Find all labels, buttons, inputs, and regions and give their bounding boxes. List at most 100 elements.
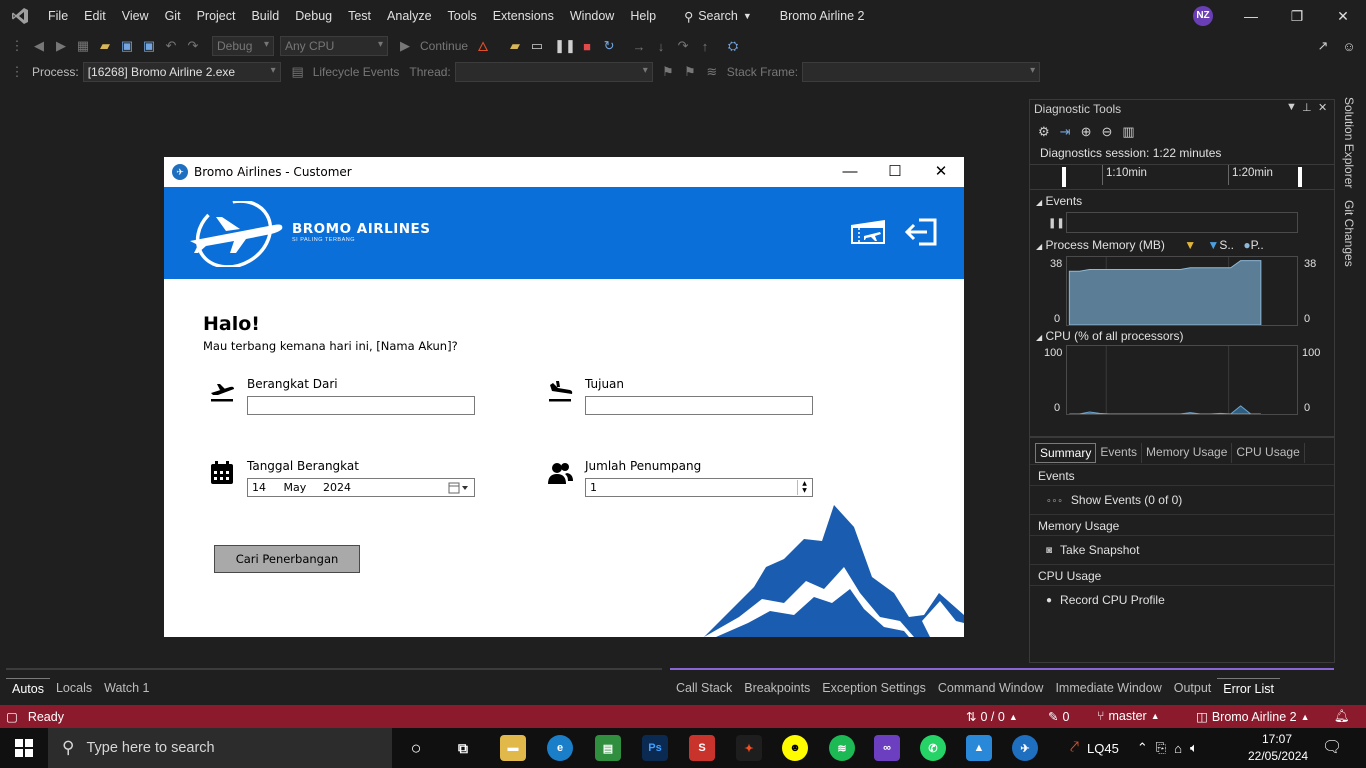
close-icon[interactable]: ✕: [1318, 101, 1327, 114]
step-over-icon[interactable]: ↷: [672, 35, 694, 57]
solution-explorer-tab[interactable]: Solution Explorer: [1342, 97, 1356, 188]
solution-platform-select[interactable]: Any CPU: [280, 36, 388, 56]
show-next-statement-icon[interactable]: →: [628, 35, 650, 57]
tab-summary[interactable]: Summary: [1035, 443, 1097, 463]
menu-project[interactable]: Project: [189, 0, 244, 32]
restore-button[interactable]: ❐: [1274, 0, 1320, 32]
search-flight-button[interactable]: Cari Penerbangan: [214, 545, 360, 573]
live-share-icon[interactable]: ↗: [1312, 35, 1334, 57]
menu-edit[interactable]: Edit: [76, 0, 114, 32]
visual-studio-icon[interactable]: ∞: [874, 735, 900, 761]
diag-timeline-ruler[interactable]: 1:10min 1:20min: [1030, 164, 1334, 190]
chevron-down-icon[interactable]: ▼: [1286, 101, 1297, 113]
form-maximize-button[interactable]: ☐: [872, 157, 918, 187]
record-cpu-profile-button[interactable]: ● Record CPU Profile: [1046, 593, 1165, 607]
snapchat-icon[interactable]: ☻: [782, 735, 808, 761]
global-search-button[interactable]: ⚲ Search ▼: [676, 9, 760, 24]
departure-input[interactable]: [247, 396, 475, 415]
menu-tools[interactable]: Tools: [440, 0, 485, 32]
departure-date-picker[interactable]: 14 May 2024: [247, 478, 475, 497]
bromo-airlines-app-icon[interactable]: ✈: [1012, 735, 1038, 761]
pin-icon[interactable]: ⊥: [1302, 101, 1312, 114]
visual-studio-logo-icon[interactable]: [0, 0, 40, 32]
pause-icon[interactable]: ❚❚: [554, 35, 576, 57]
redo-icon[interactable]: ↷: [182, 35, 204, 57]
gear-icon[interactable]: ⚙: [1038, 124, 1050, 140]
solution-config-select[interactable]: Debug: [212, 36, 274, 56]
edge-icon[interactable]: e: [547, 735, 573, 761]
layout-icon[interactable]: ▭: [526, 35, 548, 57]
file-explorer-icon[interactable]: ▬: [500, 735, 526, 761]
figma-icon[interactable]: ✦: [736, 735, 762, 761]
task-view-icon[interactable]: ⧉: [450, 735, 476, 761]
tab-events[interactable]: Events: [1096, 443, 1143, 463]
tab-output[interactable]: Output: [1168, 678, 1218, 698]
passengers-stepper[interactable]: 1 ▲ ▼: [585, 478, 813, 497]
range-end-handle[interactable]: [1298, 167, 1302, 187]
step-out-icon[interactable]: ↑: [694, 35, 716, 57]
menu-git[interactable]: Git: [157, 0, 189, 32]
range-start-handle[interactable]: [1062, 167, 1066, 187]
close-button[interactable]: ✕: [1320, 0, 1366, 32]
events-section-header[interactable]: ◢ Events: [1036, 194, 1082, 208]
menu-test[interactable]: Test: [340, 0, 379, 32]
network-icon[interactable]: ⌂: [1174, 741, 1182, 756]
form-close-button[interactable]: ✕: [918, 157, 964, 187]
zoom-out-icon[interactable]: ⊖: [1101, 124, 1112, 140]
photos-icon[interactable]: ▲: [966, 735, 992, 761]
save-all-icon[interactable]: ▣: [138, 35, 160, 57]
flag-all-icon[interactable]: ⚑: [679, 61, 701, 83]
navigate-back-icon[interactable]: ◀: [28, 35, 50, 57]
show-threads-icon[interactable]: ≋: [701, 61, 723, 83]
tab-autos[interactable]: Autos: [6, 678, 50, 698]
tab-immediate-window[interactable]: Immediate Window: [1049, 678, 1167, 698]
tab-watch-1[interactable]: Watch 1: [98, 678, 155, 698]
zoom-in-icon[interactable]: ⊕: [1081, 124, 1092, 140]
form-title-bar[interactable]: ✈ Bromo Airlines - Customer — ☐ ✕: [164, 157, 964, 187]
menu-analyze[interactable]: Analyze: [379, 0, 439, 32]
cpu-usage-graph[interactable]: [1066, 345, 1298, 415]
reset-zoom-icon[interactable]: ▥: [1122, 124, 1134, 140]
status-changes[interactable]: ✎ 0: [1048, 709, 1069, 725]
stack-frame-select[interactable]: [802, 62, 1041, 82]
status-project[interactable]: ◫ Bromo Airline 2 ▲: [1196, 709, 1310, 725]
menu-debug[interactable]: Debug: [287, 0, 340, 32]
whatsapp-icon[interactable]: ✆: [920, 735, 946, 761]
minimize-button[interactable]: —: [1228, 0, 1274, 32]
tab-cpu-usage[interactable]: CPU Usage: [1232, 443, 1305, 463]
lifecycle-events-icon[interactable]: ▤: [287, 61, 309, 83]
tab-call-stack[interactable]: Call Stack: [670, 678, 738, 698]
undo-icon[interactable]: ↶: [160, 35, 182, 57]
thread-select[interactable]: [454, 62, 653, 82]
tab-error-list[interactable]: Error List: [1217, 678, 1280, 698]
increment-button[interactable]: ▲: [798, 480, 811, 487]
stop-icon[interactable]: ■: [576, 35, 598, 57]
menu-extensions[interactable]: Extensions: [485, 0, 562, 32]
chevron-up-icon[interactable]: ⌃: [1137, 740, 1148, 756]
open-file-icon[interactable]: ▰: [94, 35, 116, 57]
tab-memory-usage[interactable]: Memory Usage: [1142, 443, 1233, 463]
pause-icon[interactable]: ❚❚: [1048, 218, 1065, 229]
memory-usage-graph[interactable]: [1066, 256, 1298, 326]
sheets-app-icon[interactable]: ▤: [595, 735, 621, 761]
process-select[interactable]: [16268] Bromo Airline 2.exe: [82, 62, 281, 82]
hot-reload-icon[interactable]: 🜂: [472, 35, 494, 57]
step-into-icon[interactable]: ↓: [650, 35, 672, 57]
start-button[interactable]: [0, 728, 48, 768]
hex-display-icon[interactable]: ⛭: [722, 35, 744, 57]
notifications-bell-icon[interactable]: 🔔︎: [1334, 709, 1350, 724]
menu-file[interactable]: File: [40, 0, 76, 32]
meet-now-icon[interactable]: ⎘: [1156, 740, 1166, 756]
user-avatar[interactable]: NZ: [1193, 6, 1213, 26]
tab-locals[interactable]: Locals: [50, 678, 98, 698]
continue-play-icon[interactable]: ▶: [394, 35, 416, 57]
logout-button[interactable]: [905, 216, 939, 248]
pdf-app-icon[interactable]: S: [689, 735, 715, 761]
show-events-link[interactable]: ∘∘∘ Show Events (0 of 0): [1046, 493, 1182, 507]
cortana-icon[interactable]: ○: [403, 735, 429, 761]
calendar-dropdown-icon[interactable]: [448, 481, 470, 495]
browse-folder-icon[interactable]: ▰: [504, 35, 526, 57]
decrement-button[interactable]: ▼: [798, 487, 811, 494]
save-icon[interactable]: ▣: [116, 35, 138, 57]
tab-exception-settings[interactable]: Exception Settings: [816, 678, 932, 698]
